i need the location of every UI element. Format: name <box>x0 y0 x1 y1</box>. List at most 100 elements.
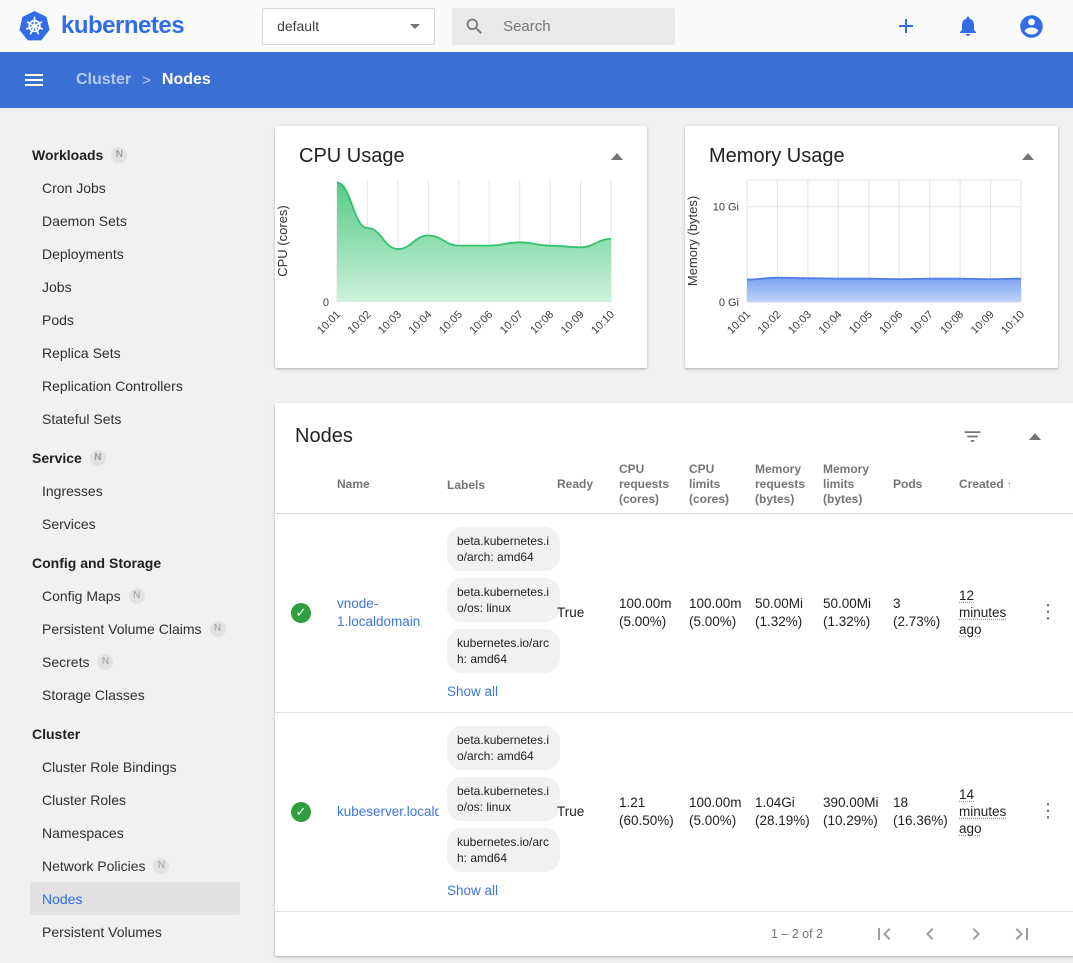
sidebar-item-persistent-volumes[interactable]: Persistent Volumes <box>30 915 240 948</box>
row-menu-button[interactable]: ⋮ <box>1029 803 1067 821</box>
pagination-range: 1 – 2 of 2 <box>771 927 823 941</box>
svg-text:10:01: 10:01 <box>315 309 343 337</box>
brand-wordmark: kubernetes <box>61 12 184 40</box>
kubernetes-logo[interactable]: kubernetes <box>18 10 184 43</box>
row-menu-button[interactable]: ⋮ <box>1029 604 1067 622</box>
column-header-memory_requests[interactable]: Memory requests (bytes) <box>755 456 823 513</box>
create-resource-button[interactable] <box>892 12 920 40</box>
cpu-limits-cell: 100.00m (5.00%) <box>689 595 755 631</box>
last-page-button[interactable] <box>999 922 1045 946</box>
sidebar-section-workloads[interactable]: Workloads N <box>0 138 275 171</box>
namespaced-badge: N <box>111 147 127 163</box>
svg-text:10:03: 10:03 <box>376 309 404 337</box>
sidebar-section-config-and-storage[interactable]: Config and Storage <box>0 546 275 579</box>
sidebar-item-deployments[interactable]: Deployments <box>30 237 240 270</box>
node-name-link[interactable]: vnode-1.localdomain <box>337 596 420 629</box>
svg-text:10:09: 10:09 <box>969 309 997 337</box>
sidebar-item-pods[interactable]: Pods <box>30 303 240 336</box>
namespaced-badge: N <box>97 654 113 670</box>
column-header-ready[interactable]: Ready <box>557 471 619 498</box>
sidebar-item-label: Config Maps <box>42 588 121 604</box>
column-header-cpu_requests[interactable]: CPU requests (cores) <box>619 456 689 513</box>
ready-cell: True <box>557 604 619 622</box>
svg-text:10:01: 10:01 <box>725 309 753 337</box>
column-header-pods[interactable]: Pods <box>893 471 959 498</box>
pods-cell: 3 (2.73%) <box>893 595 959 631</box>
svg-text:10:02: 10:02 <box>756 309 784 337</box>
memory-usage-title: Memory Usage <box>709 145 845 168</box>
table-row: ✓kubeserver.localdomainbeta.kubernetes.i… <box>275 713 1073 912</box>
cpu-usage-chart: 010:0110:0210:0310:0410:0510:0610:0710:0… <box>275 172 623 356</box>
kubernetes-wheel-icon <box>18 10 51 43</box>
filter-list-icon <box>962 426 983 447</box>
sidebar-item-label: Stateful Sets <box>42 411 121 427</box>
sidebar-item-nodes[interactable]: Nodes <box>30 882 240 915</box>
sidebar-section-label: Config and Storage <box>32 555 161 571</box>
sidebar-item-cron-jobs[interactable]: Cron Jobs <box>30 171 240 204</box>
previous-page-button[interactable] <box>907 922 953 946</box>
search-box[interactable] <box>452 8 675 45</box>
namespaced-badge: N <box>210 621 226 637</box>
sidebar-item-jobs[interactable]: Jobs <box>30 270 240 303</box>
namespace-value: default <box>277 18 319 34</box>
sidebar-item-secrets[interactable]: SecretsN <box>30 645 240 678</box>
collapse-nodes-card-icon[interactable] <box>1029 433 1041 440</box>
sidebar: Workloads N Cron JobsDaemon SetsDeployment… <box>0 108 275 963</box>
svg-text:0: 0 <box>323 297 329 309</box>
collapse-memory-chart-icon[interactable] <box>1022 153 1034 160</box>
row-menu-cell: ⋮ <box>1029 604 1073 623</box>
filter-button[interactable] <box>962 426 983 447</box>
label-chip: kubernetes.io/arch: amd64 <box>447 828 560 872</box>
account-button[interactable] <box>1016 11 1047 42</box>
search-input[interactable] <box>503 18 653 35</box>
sidebar-item-storage-classes[interactable]: Storage Classes <box>30 678 240 711</box>
svg-text:10:05: 10:05 <box>847 309 875 337</box>
sidebar-item-replication-controllers[interactable]: Replication Controllers <box>30 369 240 402</box>
column-header-name[interactable]: Name <box>319 471 439 498</box>
svg-text:10:08: 10:08 <box>938 309 966 337</box>
show-all-link[interactable]: Show all <box>447 683 498 701</box>
first-page-button[interactable] <box>861 922 907 946</box>
sidebar-item-cluster-roles[interactable]: Cluster Roles <box>30 783 240 816</box>
sidebar-item-config-maps[interactable]: Config MapsN <box>30 579 240 612</box>
collapse-cpu-chart-icon[interactable] <box>611 153 623 160</box>
first-page-icon <box>872 922 896 946</box>
breadcrumb: Cluster > Nodes <box>76 71 211 89</box>
sidebar-item-namespaces[interactable]: Namespaces <box>30 816 240 849</box>
memory-requests-cell: 50.00Mi (1.32%) <box>755 595 823 631</box>
menu-toggle-button[interactable] <box>18 64 50 96</box>
svg-text:10:07: 10:07 <box>498 309 526 337</box>
breadcrumb-parent[interactable]: Cluster <box>76 71 131 89</box>
sidebar-item-cluster-role-bindings[interactable]: Cluster Role Bindings <box>30 750 240 783</box>
namespaced-badge: N <box>153 858 169 874</box>
sidebar-item-stateful-sets[interactable]: Stateful Sets <box>30 402 240 435</box>
column-header-created[interactable]: Created↑ <box>959 471 1029 499</box>
sidebar-item-network-policies[interactable]: Network Policies N <box>30 849 240 882</box>
sort-arrow-icon: ↑ <box>1007 480 1012 491</box>
sidebar-item-ingresses[interactable]: Ingresses <box>30 474 240 507</box>
sidebar-item-label: Network Policies <box>42 858 145 874</box>
bell-icon <box>956 14 980 38</box>
namespace-selector[interactable]: default <box>262 8 435 45</box>
created-cell: 12 minutes ago <box>959 587 1029 639</box>
show-all-link[interactable]: Show all <box>447 882 498 900</box>
sidebar-item-daemon-sets[interactable]: Daemon Sets <box>30 204 240 237</box>
column-header-cpu_limits[interactable]: CPU limits (cores) <box>689 456 755 513</box>
column-header-memory_limits[interactable]: Memory limits (bytes) <box>823 456 893 513</box>
app-bar: Cluster > Nodes <box>0 52 1073 108</box>
pods-cell: 18 (16.36%) <box>893 794 959 830</box>
sidebar-item-services[interactable]: Services <box>30 507 240 540</box>
sidebar-section-cluster[interactable]: Cluster <box>0 717 275 750</box>
column-header-labels[interactable]: Labels <box>439 470 557 499</box>
node-name-link[interactable]: kubeserver.localdomain <box>337 804 439 819</box>
sidebar-section-label: Workloads <box>32 147 103 163</box>
sidebar-item-label: Services <box>42 516 96 532</box>
sidebar-item-persistent-volume-claims[interactable]: Persistent Volume ClaimsN <box>30 612 240 645</box>
sidebar-item-label: Replication Controllers <box>42 378 183 394</box>
next-page-button[interactable] <box>953 922 999 946</box>
sidebar-item-replica-sets[interactable]: Replica Sets <box>30 336 240 369</box>
notifications-button[interactable] <box>954 12 982 40</box>
svg-text:10:10: 10:10 <box>999 309 1027 337</box>
sidebar-section-service[interactable]: ServiceN <box>0 441 275 474</box>
svg-text:10:05: 10:05 <box>437 309 465 337</box>
